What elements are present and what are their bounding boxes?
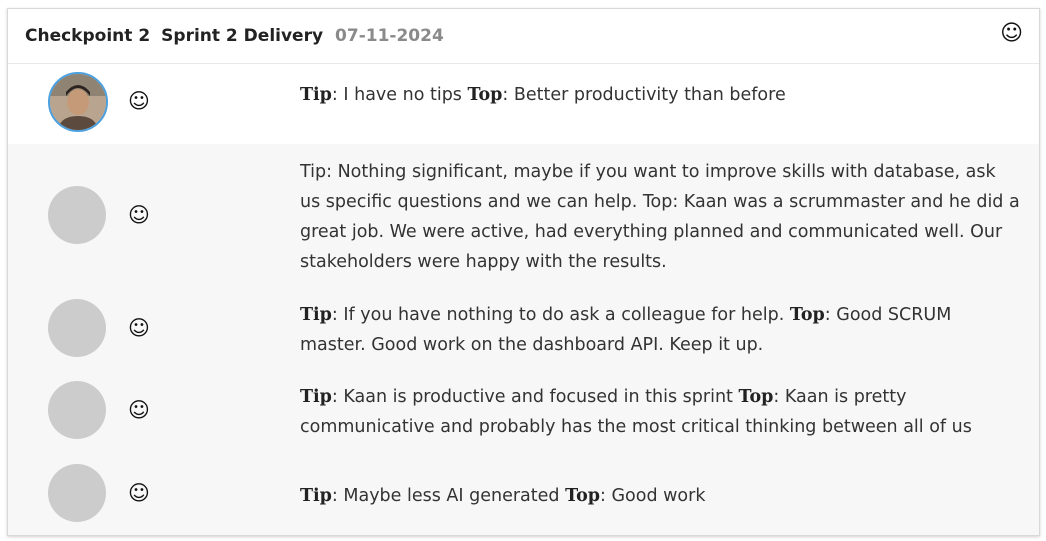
feedback-row: ☺ Tip: Kaan is productive and focused in… — [8, 373, 1039, 455]
feedback-text: Tip: If you have nothing to do ask a col… — [300, 300, 1020, 360]
feedback-row: ☺ Tip: I have no tips Top: Better produc… — [8, 64, 1039, 144]
avatar[interactable] — [48, 381, 106, 439]
checkpoint-date: 07-11-2024 — [335, 26, 444, 46]
top-label: Top — [565, 486, 601, 506]
avatar[interactable] — [48, 299, 106, 357]
smiley-icon: ☺ — [128, 203, 150, 227]
feedback-text: Tip: Kaan is productive and focused in t… — [300, 382, 1020, 442]
sprint-title: Sprint 2 Delivery — [161, 26, 324, 46]
checkpoint-title: Checkpoint 2 — [25, 26, 151, 46]
tip-text: : If you have nothing to do ask a collea… — [331, 305, 790, 325]
smiley-icon[interactable]: ☺ — [1000, 23, 1023, 45]
top-text: : Good work — [600, 486, 706, 506]
smiley-icon: ☺ — [128, 398, 150, 422]
checkpoint-card: Checkpoint 2 Sprint 2 Delivery 07-11-202… — [7, 8, 1040, 536]
top-text: : Better productivity than before — [502, 85, 786, 105]
feedback-row: ☺ Tip: Maybe less AI generated Top: Good… — [8, 455, 1039, 535]
tip-label: Tip — [300, 305, 332, 325]
avatar[interactable] — [48, 186, 106, 244]
tip-text: : Kaan is productive and focused in this… — [331, 387, 739, 407]
tip-label: Tip — [300, 85, 332, 105]
tip-text: : I have no tips — [331, 85, 468, 105]
smiley-icon: ☺ — [128, 481, 150, 505]
feedback-text: Tip: Nothing significant, maybe if you w… — [300, 162, 1020, 272]
feedback-text: Tip: I have no tips Top: Better producti… — [300, 80, 1020, 110]
feedback-row: ☺ Tip: If you have nothing to do ask a c… — [8, 289, 1039, 373]
tip-label: Tip — [300, 486, 332, 506]
avatar[interactable] — [48, 72, 108, 132]
card-header: Checkpoint 2 Sprint 2 Delivery 07-11-202… — [8, 9, 1039, 64]
smiley-icon: ☺ — [128, 89, 150, 113]
feedback-text: Tip: Maybe less AI generated Top: Good w… — [300, 481, 1020, 511]
user-photo-icon — [50, 74, 106, 130]
feedback-row: ☺ Tip: Nothing significant, maybe if you… — [8, 144, 1039, 289]
smiley-icon: ☺ — [128, 316, 150, 340]
tip-text: : Maybe less AI generated — [331, 486, 566, 506]
top-label: Top — [738, 387, 774, 407]
avatar[interactable] — [48, 464, 106, 522]
top-label: Top — [467, 85, 503, 105]
top-label: Top — [789, 305, 825, 325]
tip-label: Tip — [300, 387, 332, 407]
